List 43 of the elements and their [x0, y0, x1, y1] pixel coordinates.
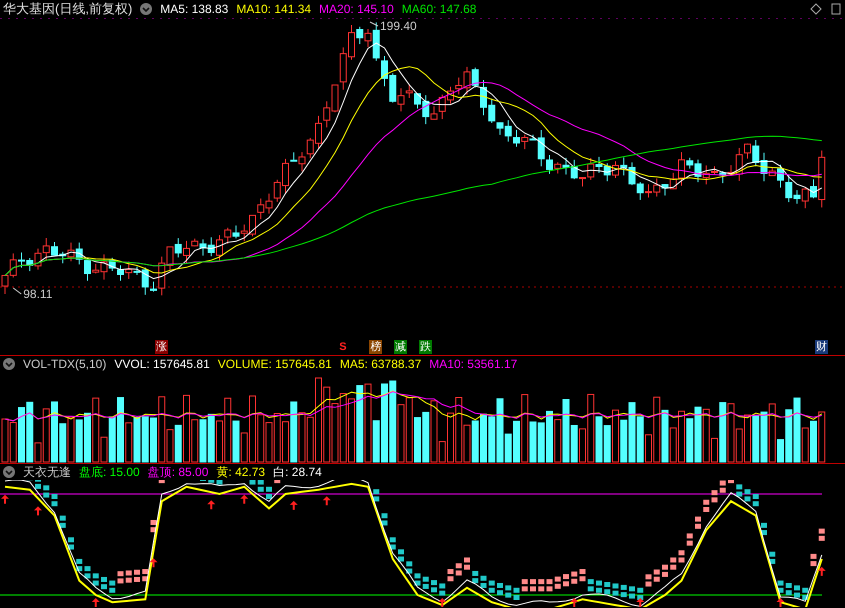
indicator-value: 盘顶: 85.00 — [148, 464, 208, 480]
indicator-name: 天衣无逢 — [23, 464, 71, 480]
square-icon[interactable] — [830, 3, 842, 15]
indicator-value: 盘底: 15.00 — [79, 464, 140, 480]
up-arrow-icon — [240, 494, 248, 504]
moving-average-value: MA10: 141.34 — [236, 2, 312, 16]
volume-value: MA5: 63788.37 — [340, 357, 422, 371]
up-arrow-icon — [438, 598, 446, 607]
dropdown-icon[interactable] — [140, 3, 152, 15]
up-arrow-icon — [1, 494, 9, 504]
dropdown-icon[interactable] — [3, 466, 15, 478]
signal-marker: S — [338, 340, 348, 354]
leader-line — [12, 288, 22, 294]
leader-line — [370, 22, 378, 26]
up-arrow-icon — [636, 598, 644, 607]
indicator-name: VOL-TDX(5,10) — [23, 357, 106, 371]
signal-marker: 减 — [394, 340, 407, 354]
up-arrow-icon — [92, 598, 100, 607]
volume-value: VVOL: 157645.81 — [114, 357, 210, 371]
up-arrow-icon — [322, 496, 331, 506]
high-price-label: 199.40 — [380, 19, 417, 33]
up-arrow-icon — [207, 500, 216, 510]
moving-average-value: MA20: 145.10 — [319, 2, 394, 16]
indicator-value: 白: 28.74 — [273, 464, 322, 480]
volume-value: MA10: 53561.17 — [429, 357, 518, 371]
dropdown-icon[interactable] — [3, 358, 15, 370]
volume-value: VOLUME: 157645.81 — [218, 357, 332, 371]
signal-marker: 跌 — [418, 340, 432, 354]
up-arrow-icon — [776, 598, 784, 607]
up-arrow-icon — [818, 566, 826, 576]
up-arrow-icon — [290, 500, 298, 510]
up-arrow-icon — [570, 598, 578, 607]
stock-title: 华大基因(日线,前复权) — [3, 0, 132, 18]
moving-average-value: MA60: 147.68 — [402, 2, 476, 16]
up-arrow-icon — [150, 558, 158, 568]
signal-marker: 榜 — [369, 340, 382, 354]
indicator-value: 黄: 42.73 — [216, 464, 266, 480]
diamond-icon[interactable] — [810, 3, 822, 15]
moving-average-value: MA5: 138.83 — [160, 2, 228, 16]
signal-marker: 涨 — [154, 340, 168, 354]
low-price-label: 98.11 — [23, 287, 52, 301]
up-arrow-icon — [34, 506, 42, 516]
signal-marker: 财 — [814, 340, 828, 354]
